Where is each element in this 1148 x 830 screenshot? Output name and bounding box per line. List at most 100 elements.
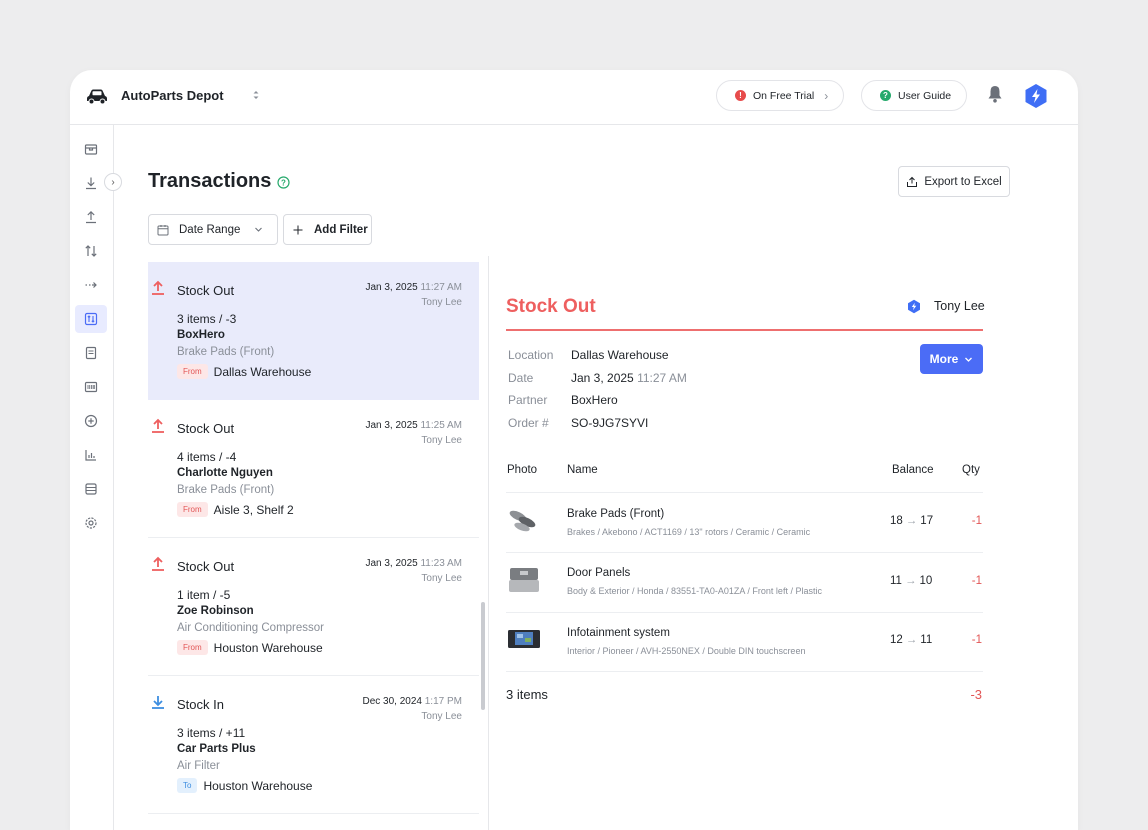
item-balance: 18→17: [890, 515, 933, 527]
transaction-card[interactable]: Stock In Dec 30, 2024 1:17 PM Tony Lee 3…: [148, 676, 479, 814]
transaction-card[interactable]: Stock Out Jan 3, 2025 11:23 AM Tony Lee …: [148, 538, 479, 676]
total-items-label: 3 items: [506, 687, 548, 702]
name-column-header: Name: [567, 464, 598, 476]
free-trial-button[interactable]: ! On Free Trial ›: [716, 80, 844, 111]
free-trial-label: On Free Trial: [753, 90, 814, 102]
svg-text:?: ?: [281, 178, 286, 187]
stock-in-arrow-icon: [151, 694, 165, 710]
transactions-icon[interactable]: [75, 305, 107, 333]
table-divider: [506, 612, 983, 613]
switch-app-icon[interactable]: [251, 88, 261, 102]
item-name[interactable]: Brake Pads (Front): [567, 508, 664, 520]
transaction-card[interactable]: Stock Out Jan 3, 2025 11:27 AM Tony Lee …: [148, 262, 479, 400]
item-qty: -1: [970, 634, 982, 646]
export-icon: [906, 176, 918, 188]
transaction-user: Tony Lee: [421, 711, 462, 722]
transaction-partner: Zoe Robinson: [177, 605, 254, 617]
item-balance: 11→10: [890, 575, 932, 587]
add-icon[interactable]: [75, 407, 107, 435]
app-title[interactable]: AutoParts Depot: [121, 88, 224, 103]
stock-out-arrow-icon: [151, 556, 165, 572]
total-qty: -3: [950, 687, 982, 702]
chart-icon[interactable]: [75, 441, 107, 469]
date-range-filter[interactable]: Date Range: [148, 214, 278, 245]
detail-title-underline: [506, 329, 983, 331]
database-icon[interactable]: [75, 475, 107, 503]
brand-logo-icon[interactable]: [1024, 83, 1048, 109]
door-panels-thumbnail: [506, 566, 542, 594]
transaction-location: FromAisle 3, Shelf 2: [177, 502, 294, 517]
transaction-date: Jan 3, 2025 11:27 AM: [365, 282, 462, 293]
transaction-user: Tony Lee: [421, 435, 462, 446]
partner-label: Partner: [508, 393, 547, 407]
export-excel-button[interactable]: Export to Excel: [898, 166, 1010, 197]
chevron-down-icon: [964, 355, 973, 364]
transaction-location: ToHouston Warehouse: [177, 778, 312, 793]
item-qty: -1: [970, 575, 982, 587]
chevron-down-icon: [254, 225, 263, 234]
page-title: Transactions: [148, 170, 271, 193]
item-name[interactable]: Door Panels: [567, 567, 630, 579]
item-attributes: Interior / Pioneer / AVH-2550NEX / Doubl…: [567, 646, 805, 656]
adjust-icon[interactable]: [75, 237, 107, 265]
transaction-qty: 4 items / -4: [177, 450, 236, 464]
transaction-card[interactable]: Stock Out Jan 3, 2025 11:25 AM Tony Lee …: [148, 400, 479, 538]
from-tag: From: [177, 502, 208, 517]
from-tag: From: [177, 640, 208, 655]
help-icon[interactable]: ?: [277, 176, 290, 189]
bell-icon[interactable]: [986, 84, 1004, 104]
chevron-right-icon: ›: [824, 89, 828, 103]
chevron-right-icon: ›: [111, 177, 114, 188]
user-guide-button[interactable]: ? User Guide: [861, 80, 967, 111]
photo-column-header: Photo: [507, 464, 537, 476]
transaction-product: Air Conditioning Compressor: [177, 622, 324, 634]
transaction-user: Tony Lee: [421, 297, 462, 308]
transaction-date: Jan 3, 2025 11:25 AM: [365, 420, 462, 431]
more-label: More: [930, 352, 959, 366]
plus-icon: [292, 224, 304, 236]
move-icon[interactable]: [75, 271, 107, 299]
list-scrollbar[interactable]: [481, 602, 485, 710]
stock-in-icon[interactable]: [75, 169, 107, 197]
qty-column-header: Qty: [962, 464, 980, 476]
panel-divider: [488, 256, 489, 830]
transaction-location: FromHouston Warehouse: [177, 640, 323, 655]
more-button[interactable]: More: [920, 344, 983, 374]
transaction-type: Stock Out: [177, 421, 234, 436]
purchase-icon[interactable]: [75, 339, 107, 367]
item-name[interactable]: Infotainment system: [567, 627, 670, 639]
stock-out-icon[interactable]: [75, 203, 107, 231]
add-filter-button[interactable]: Add Filter: [283, 214, 372, 245]
infotainment-thumbnail: [506, 625, 542, 653]
transaction-partner: Charlotte Nguyen: [177, 467, 273, 479]
balance-column-header: Balance: [892, 464, 934, 476]
transaction-type: Stock In: [177, 697, 224, 712]
detail-user: Tony Lee: [934, 299, 985, 313]
expand-sidebar-button[interactable]: ›: [104, 173, 122, 191]
app-window: AutoParts Depot ! On Free Trial › ? User…: [70, 70, 1078, 830]
transaction-location: FromDallas Warehouse: [177, 364, 311, 379]
date-range-label: Date Range: [179, 224, 240, 236]
question-icon: ?: [880, 90, 891, 101]
table-divider: [506, 671, 983, 672]
add-filter-label: Add Filter: [314, 224, 368, 236]
items-icon[interactable]: [75, 135, 107, 163]
date-value: Jan 3, 2025 11:27 AM: [571, 371, 687, 385]
sidebar: [70, 125, 114, 830]
settings-icon[interactable]: [75, 509, 107, 537]
calendar-icon: [157, 224, 169, 236]
transaction-qty: 1 item / -5: [177, 588, 230, 602]
barcode-icon[interactable]: [75, 373, 107, 401]
alert-icon: !: [735, 90, 746, 101]
location-value: Dallas Warehouse: [571, 348, 669, 362]
transaction-qty: 3 items / -3: [177, 312, 236, 326]
detail-title: Stock Out: [506, 296, 596, 318]
stock-out-arrow-icon: [151, 280, 165, 296]
export-excel-label: Export to Excel: [924, 176, 1001, 188]
transaction-product: Brake Pads (Front): [177, 346, 274, 358]
car-icon: [86, 86, 108, 106]
date-label: Date: [508, 371, 533, 385]
location-label: Location: [508, 348, 553, 362]
transaction-partner: Car Parts Plus: [177, 743, 256, 755]
transaction-user: Tony Lee: [421, 573, 462, 584]
